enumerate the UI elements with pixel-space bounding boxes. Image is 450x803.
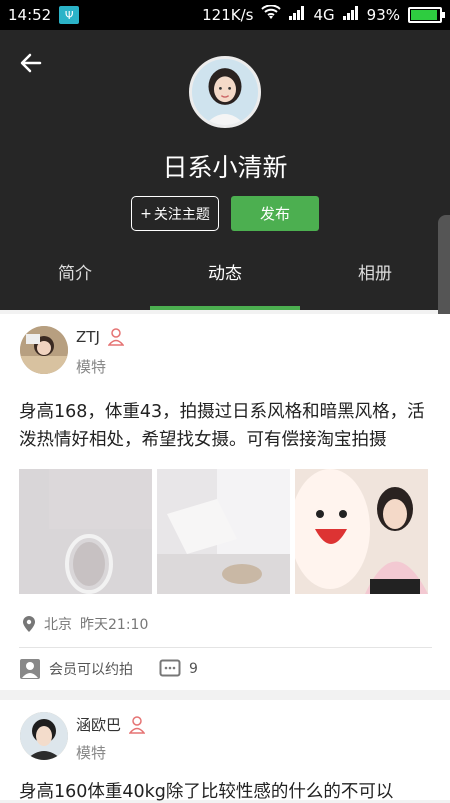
publish-button[interactable]: 发布 xyxy=(231,196,319,231)
post-time: 昨天21:10 xyxy=(80,617,149,633)
network-speed: 121K/s xyxy=(202,6,254,24)
person-card-icon xyxy=(20,659,40,679)
location-city: 北京 xyxy=(44,617,72,633)
post-photos xyxy=(19,469,428,594)
female-user-icon xyxy=(129,715,146,734)
post-location: 北京 昨天21:10 xyxy=(22,614,148,634)
topic-title: 日系小清新 xyxy=(162,153,288,182)
tab-album[interactable]: 相册 xyxy=(300,252,450,308)
network-type: 4G xyxy=(313,6,335,24)
comment-icon xyxy=(159,659,181,677)
topic-header: 日系小清新 + 关注主题 发布 简介 动态 相册 xyxy=(0,30,450,335)
post-username[interactable]: ZTJ xyxy=(76,328,124,346)
post-photo-2[interactable] xyxy=(157,469,290,594)
signal-icon xyxy=(289,6,305,24)
post-user-role: 模特 xyxy=(76,744,107,762)
tab-bar: 简介 动态 相册 xyxy=(0,252,450,310)
comment-button[interactable]: 9 xyxy=(159,659,198,679)
female-user-icon xyxy=(107,328,124,346)
status-bar: 14:52 Ψ 121K/s 4G 93% xyxy=(0,0,450,30)
username-text: ZTJ xyxy=(76,328,100,346)
post-text: 身高168，体重43，拍摄过日系风格和暗黑风格，活泼热情好相处，希望找女摄。可有… xyxy=(19,402,425,450)
avatar[interactable] xyxy=(20,712,68,760)
booking-label: 会员可以约拍 xyxy=(49,662,133,678)
tab-intro[interactable]: 简介 xyxy=(0,252,150,308)
follow-topic-button[interactable]: + 关注主题 xyxy=(131,196,219,231)
battery-icon xyxy=(408,7,445,23)
post-actions: 会员可以约拍 9 xyxy=(19,658,198,680)
comment-count: 9 xyxy=(189,661,198,677)
signal-icon-2 xyxy=(342,6,359,24)
battery-percent: 93% xyxy=(366,6,400,24)
post-photo-3[interactable] xyxy=(295,469,428,594)
post-user-role: 模特 xyxy=(76,358,107,376)
post-username[interactable]: 涵欧巴 xyxy=(76,714,146,735)
tab-feed[interactable]: 动态 xyxy=(150,252,300,310)
app-notification-icon: Ψ xyxy=(59,6,80,24)
location-pin-icon xyxy=(23,616,35,632)
booking-button[interactable]: 会员可以约拍 xyxy=(19,658,133,680)
post-photo-1[interactable] xyxy=(19,469,152,594)
plus-icon: + xyxy=(140,205,152,222)
topic-avatar xyxy=(189,56,261,128)
follow-label: 关注主题 xyxy=(153,206,210,223)
wifi-icon xyxy=(261,4,282,25)
post-text: 身高160体重40kg除了比较性感的什么的不可以 xyxy=(19,782,394,802)
avatar[interactable] xyxy=(20,326,68,374)
arrow-left-icon xyxy=(20,53,42,73)
back-button[interactable] xyxy=(18,50,54,86)
post-card[interactable]: 涵欧巴 模特 身高160体重40kg除了比较性感的什么的不可以 xyxy=(0,700,450,802)
divider xyxy=(19,647,432,648)
username-text: 涵欧巴 xyxy=(76,716,122,734)
status-time: 14:52 xyxy=(8,6,52,24)
post-card[interactable]: ZTJ 模特 身高168，体重43，拍摄过日系风格和暗黑风格，活泼热情好相处，希… xyxy=(0,314,450,690)
